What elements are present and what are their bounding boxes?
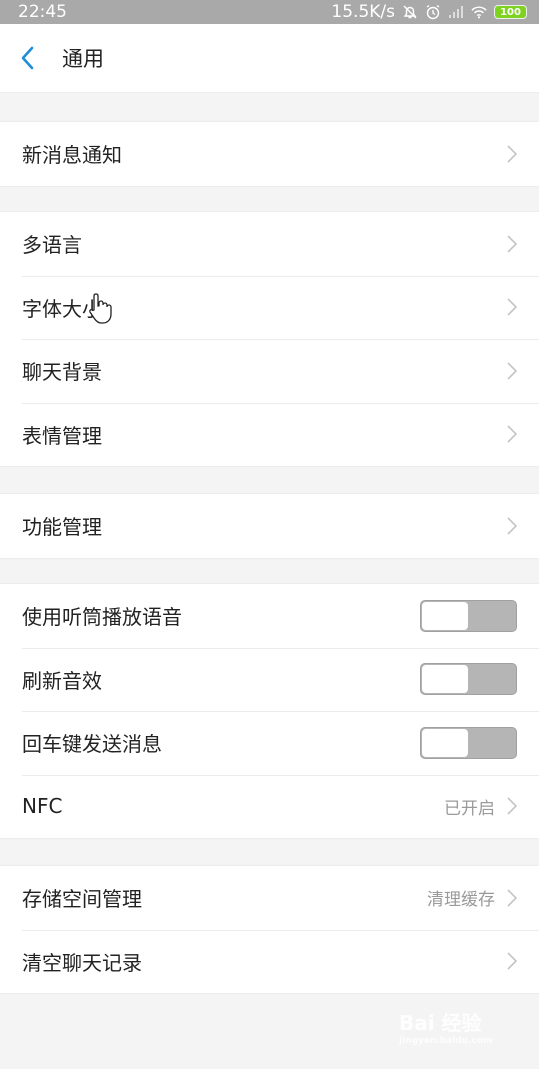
chevron-right-icon [507,362,517,380]
watermark: Bai 经验 jingyan.baidu.com [399,1007,509,1051]
row-label: 回车键发送消息 [22,732,162,757]
battery-icon: 100 [494,5,527,19]
row-earpiece-playback: 使用听筒播放语音 [0,584,539,648]
row-clear-chat-history[interactable]: 清空聊天记录 [0,929,539,994]
bell-off-icon [402,4,418,20]
row-enter-to-send: 回车键发送消息 [0,711,539,775]
page-title: 通用 [62,47,104,71]
row-language[interactable]: 多语言 [0,212,539,276]
group-storage: 存储空间管理 清理缓存 清空聊天记录 [0,865,539,994]
group-features: 功能管理 [0,493,539,559]
signal-icon [448,4,464,20]
app-header: 通用 [0,24,539,93]
clear-cache-hint: 清理缓存 [427,890,495,911]
wifi-icon [471,4,487,20]
row-label: 使用听筒播放语音 [22,605,182,630]
enter-to-send-toggle[interactable] [420,726,517,759]
row-label: 存储空间管理 [22,887,142,912]
group-display: 多语言 字体大小 聊天背景 表情管理 [0,211,539,467]
row-label: 功能管理 [22,515,102,540]
refresh-sound-toggle[interactable] [420,663,517,696]
chevron-right-icon [507,517,517,535]
row-new-message-notification[interactable]: 新消息通知 [0,122,539,186]
row-label: 刷新音效 [22,668,102,693]
row-refresh-sound: 刷新音效 [0,647,539,712]
status-icons: 15.5K/s 100 [331,2,527,22]
toggle-knob [422,601,468,630]
row-label: NFC [22,794,63,819]
chevron-right-icon [507,425,517,443]
row-sticker-management[interactable]: 表情管理 [0,402,539,467]
row-label: 表情管理 [22,423,102,448]
toggle-knob [422,665,468,694]
row-chat-background[interactable]: 聊天背景 [0,339,539,403]
back-button[interactable] [20,43,42,73]
chevron-right-icon [507,298,517,316]
chevron-right-icon [507,145,517,163]
row-label: 清空聊天记录 [22,950,142,975]
net-speed: 15.5K/s [331,2,395,22]
group-toggles: 使用听筒播放语音 刷新音效 回车键发送消息 NFC 已开启 [0,583,539,839]
chevron-right-icon [507,889,517,907]
chevron-right-icon [507,797,517,815]
row-storage-management[interactable]: 存储空间管理 清理缓存 [0,866,539,930]
row-feature-management[interactable]: 功能管理 [0,494,539,558]
alarm-icon [425,4,441,20]
status-time: 22:45 [18,2,67,22]
toggle-knob [422,728,468,757]
nfc-status: 已开启 [444,798,495,819]
watermark-url: jingyan.baidu.com [399,1036,493,1046]
chevron-right-icon [507,952,517,970]
watermark-text: Bai 经验 [399,1011,482,1035]
chevron-right-icon [507,235,517,253]
status-bar: 22:45 15.5K/s 100 [0,0,539,24]
row-label: 多语言 [22,233,82,258]
hand-cursor-icon [89,293,112,324]
earpiece-playback-toggle[interactable] [420,599,517,632]
chevron-left-icon [21,46,34,70]
row-nfc[interactable]: NFC 已开启 [0,774,539,839]
row-label: 新消息通知 [22,143,122,168]
group-notifications: 新消息通知 [0,121,539,187]
row-label: 聊天背景 [22,360,102,385]
row-font-size[interactable]: 字体大小 [0,275,539,340]
